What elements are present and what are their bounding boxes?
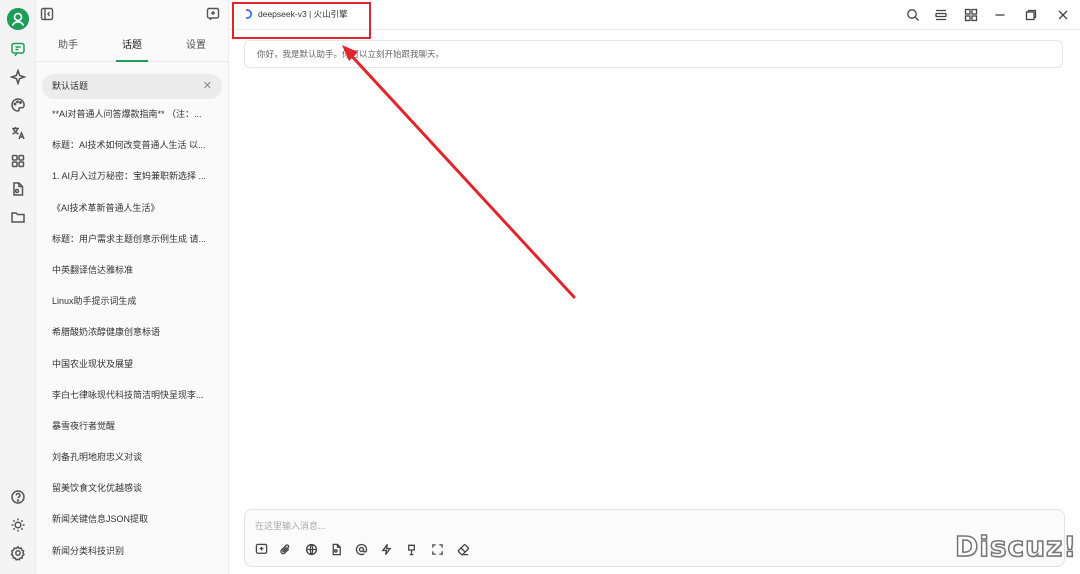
app-window: 助手 话题 设置 默认话题 ✕ **AI对普通人问答爆款指南** （注：... … bbox=[0, 0, 1080, 574]
close-window-icon[interactable] bbox=[1055, 7, 1071, 23]
eraser-icon[interactable] bbox=[455, 541, 471, 557]
topic-sidebar: 助手 话题 设置 默认话题 ✕ **AI对普通人问答爆款指南** （注：... … bbox=[36, 0, 229, 574]
topic-item[interactable]: **AI对普通人问答爆款指南** （注：... bbox=[36, 99, 228, 130]
folder-icon[interactable] bbox=[9, 208, 27, 226]
topic-item[interactable]: 标题：用户需求主题创意示例生成 请... bbox=[36, 224, 228, 255]
new-topic-icon[interactable] bbox=[206, 7, 222, 23]
active-tab-indicator bbox=[116, 60, 148, 62]
clear-context-icon[interactable] bbox=[403, 541, 419, 557]
topic-item[interactable]: 留美饮食文化优越感谈 bbox=[36, 473, 228, 504]
layout-icon[interactable] bbox=[933, 7, 949, 23]
grid-icon[interactable] bbox=[963, 7, 979, 23]
mention-icon[interactable] bbox=[353, 541, 369, 557]
topic-list: **AI对普通人问答爆款指南** （注：... 标题：AI技术如何改变普通人生活… bbox=[36, 99, 228, 567]
model-label: deepseek-v3 | 火山引擎 bbox=[258, 9, 348, 19]
file-icon[interactable] bbox=[9, 180, 27, 198]
topic-item[interactable]: 希腊酸奶浓醇健康创意标语 bbox=[36, 317, 228, 348]
translate-icon[interactable] bbox=[9, 124, 27, 142]
tab-topics[interactable]: 话题 bbox=[100, 30, 164, 62]
close-icon[interactable]: ✕ bbox=[203, 74, 212, 99]
new-topic-tool-icon[interactable] bbox=[253, 541, 269, 557]
model-logo-icon bbox=[245, 9, 253, 19]
message-composer: 在这里输入消息... bbox=[244, 509, 1065, 567]
tab-assistants[interactable]: 助手 bbox=[36, 30, 100, 62]
knowledge-file-icon[interactable] bbox=[328, 541, 344, 557]
theme-sun-icon[interactable] bbox=[9, 516, 27, 534]
message-input[interactable]: 在这里输入消息... bbox=[255, 519, 326, 532]
fullscreen-icon[interactable] bbox=[429, 541, 445, 557]
topic-label: 默认话题 bbox=[52, 81, 89, 91]
restore-icon[interactable] bbox=[1023, 7, 1039, 23]
settings-gear-icon[interactable] bbox=[9, 544, 27, 562]
topic-item[interactable]: 中英翻译信达雅标准 bbox=[36, 255, 228, 286]
model-selector[interactable]: deepseek-v3 | 火山引擎 bbox=[243, 8, 348, 20]
chat-icon[interactable] bbox=[9, 40, 27, 58]
nav-rail bbox=[0, 0, 36, 574]
topic-item[interactable]: 标题：AI技术如何改变普通人生活 以... bbox=[36, 130, 228, 161]
topic-item[interactable]: 中国农业现状及展望 bbox=[36, 349, 228, 380]
topic-item[interactable]: 《AI技术革新普通人生活》 bbox=[36, 193, 228, 224]
help-icon[interactable] bbox=[9, 488, 27, 506]
sparkle-icon[interactable] bbox=[9, 68, 27, 86]
topic-item[interactable]: 新闻分类科技识别 bbox=[36, 536, 228, 567]
topic-item[interactable]: 李白七律咏现代科技简洁明快呈现李... bbox=[36, 380, 228, 411]
user-avatar[interactable] bbox=[7, 8, 29, 30]
apps-icon[interactable] bbox=[9, 152, 27, 170]
quick-phrase-icon[interactable] bbox=[378, 541, 394, 557]
collapse-sidebar-icon[interactable] bbox=[40, 7, 56, 23]
sidebar-tabs: 助手 话题 设置 bbox=[36, 30, 228, 62]
attachment-icon[interactable] bbox=[277, 541, 293, 557]
chat-header: deepseek-v3 | 火山引擎 bbox=[229, 0, 1080, 30]
minimize-icon[interactable] bbox=[992, 7, 1008, 23]
topic-item[interactable]: Linux助手提示词生成 bbox=[36, 286, 228, 317]
assistant-greeting-message: 你好，我是默认助手。你可以立刻开始跟我聊天。 bbox=[244, 40, 1063, 68]
topic-item[interactable]: 新闻关键信息JSON提取 bbox=[36, 504, 228, 535]
search-icon[interactable] bbox=[905, 7, 921, 23]
topic-item[interactable]: 1. AI月入过万秘密：宝妈兼职新选择 ... bbox=[36, 161, 228, 192]
watermark: Discuz! bbox=[954, 529, 1078, 564]
topic-item[interactable]: 暴雪夜行者觉醒 bbox=[36, 411, 228, 442]
sidebar-toolbar bbox=[36, 0, 228, 30]
topic-item[interactable]: 刘备孔明地府忠义对谈 bbox=[36, 442, 228, 473]
topic-item-selected[interactable]: 默认话题 ✕ bbox=[42, 74, 222, 99]
palette-icon[interactable] bbox=[9, 96, 27, 114]
web-search-icon[interactable] bbox=[303, 541, 319, 557]
